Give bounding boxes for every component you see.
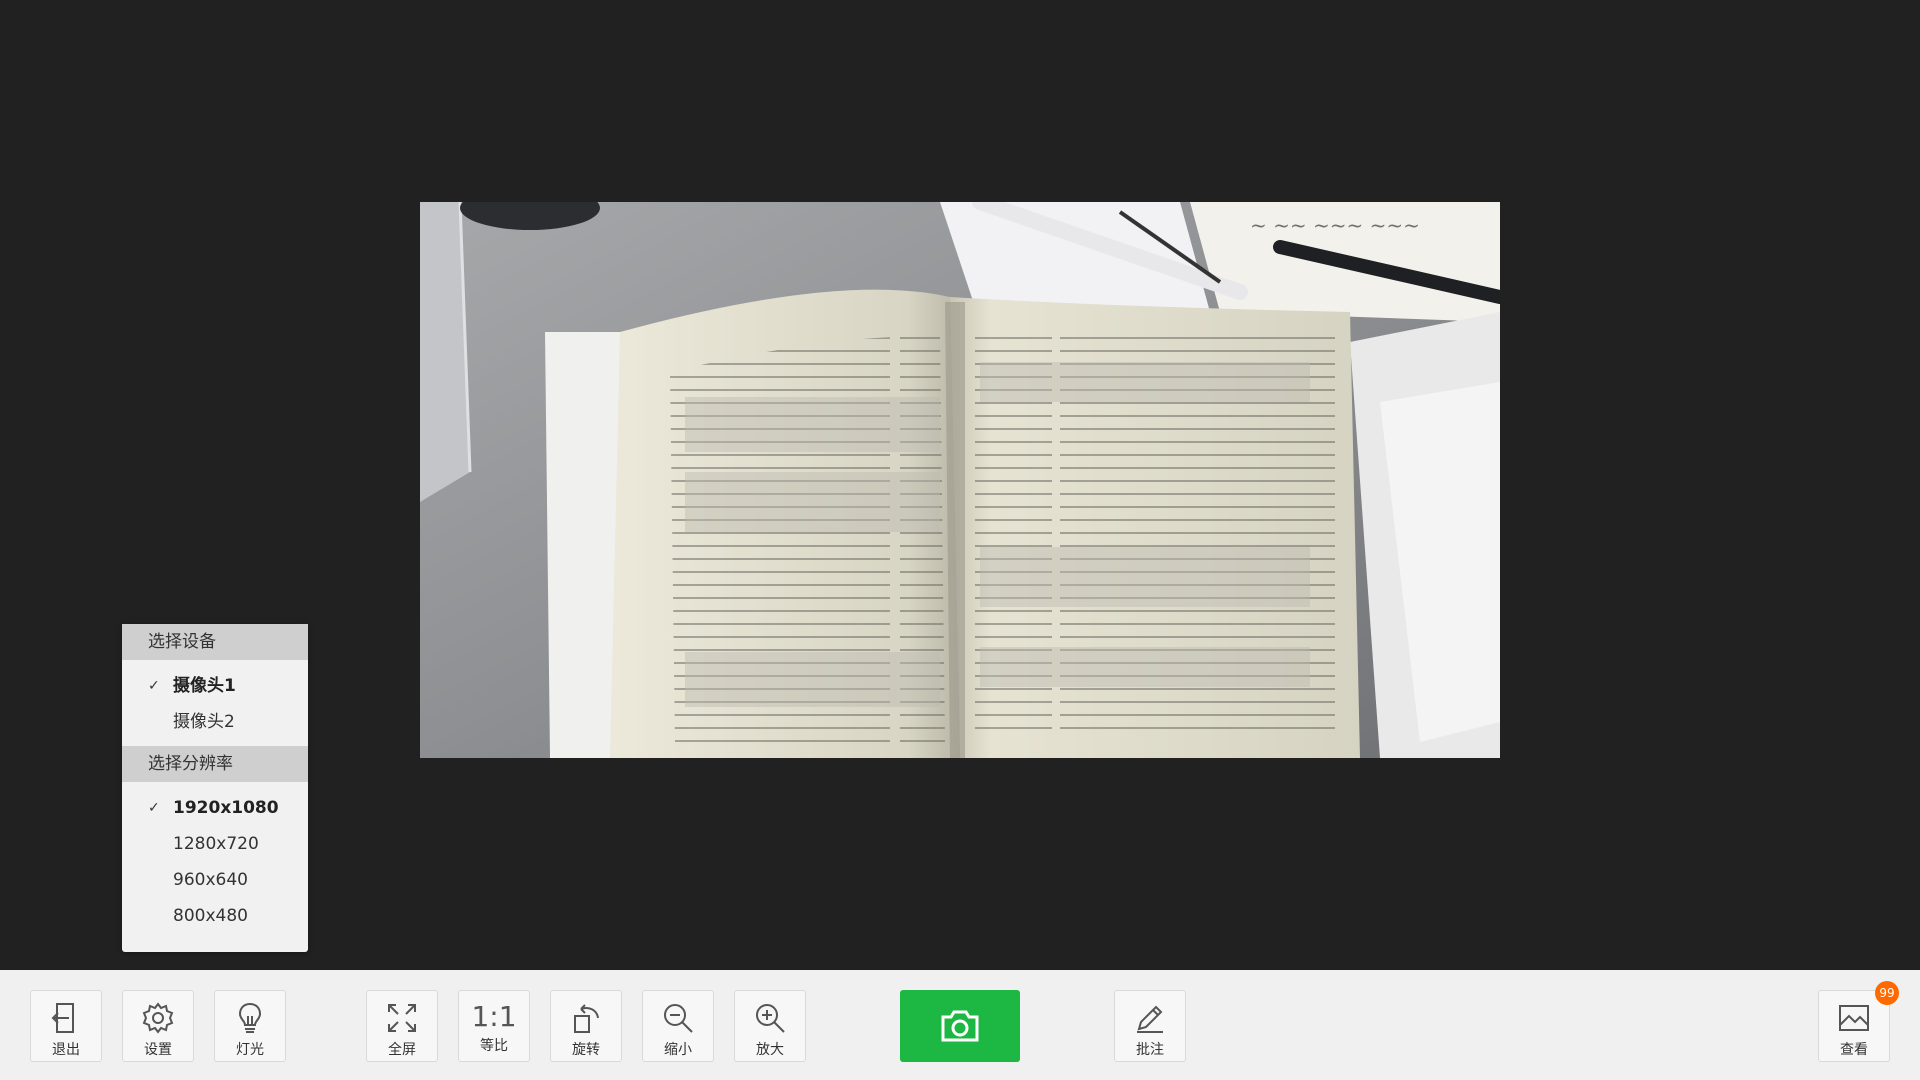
- rotate-button[interactable]: 旋转: [550, 990, 622, 1062]
- camera-preview: ~ ~~ ~~~ ~~~: [420, 202, 1500, 758]
- light-label: 灯光: [236, 1042, 264, 1058]
- device-list: ✓ 摄像头1 ✓ 摄像头2: [122, 660, 308, 746]
- select-resolution-header: 选择分辨率: [122, 746, 308, 782]
- annotate-button[interactable]: 批注: [1114, 990, 1186, 1062]
- resolution-option-960x640[interactable]: ✓ 960x640: [122, 862, 308, 898]
- checkmark-icon: ✓: [148, 800, 160, 816]
- ratio-icon: 1:1: [471, 1000, 517, 1033]
- exit-button[interactable]: 退出: [30, 990, 102, 1062]
- resolution-option-1280x720[interactable]: ✓ 1280x720: [122, 826, 308, 862]
- bottom-toolbar: 退出 设置 灯光 全屏 1:1 等比 旋转 缩小 放大 批注 查看 99: [0, 970, 1920, 1080]
- fullscreen-button[interactable]: 全屏: [366, 990, 438, 1062]
- lightbulb-icon: [238, 1002, 262, 1033]
- rotate-label: 旋转: [572, 1042, 600, 1058]
- fullscreen-icon: [388, 1004, 416, 1032]
- exit-label: 退出: [52, 1042, 80, 1058]
- zoom-in-icon: [756, 1004, 785, 1033]
- annotate-label: 批注: [1136, 1042, 1164, 1058]
- count-badge: 99: [1875, 981, 1899, 1005]
- resolution-option-label: 960x640: [173, 870, 248, 890]
- ratio-label: 等比: [480, 1038, 508, 1054]
- device-option-camera2[interactable]: ✓ 摄像头2: [122, 704, 308, 740]
- resolution-list: ✓ 1920x1080 ✓ 1280x720 ✓ 960x640 ✓ 800x4…: [122, 782, 308, 940]
- camera-icon: [941, 1010, 979, 1042]
- exit-icon: [51, 1003, 74, 1033]
- device-option-label: 摄像头1: [173, 676, 236, 696]
- select-device-header: 选择设备: [122, 624, 308, 660]
- zoom-out-button[interactable]: 缩小: [642, 990, 714, 1062]
- settings-button[interactable]: 设置: [122, 990, 194, 1062]
- resolution-option-label: 1280x720: [173, 834, 259, 854]
- zoom-in-button[interactable]: 放大: [734, 990, 806, 1062]
- checkmark-icon: ✓: [148, 678, 160, 694]
- image-gallery-icon: [1839, 1005, 1869, 1031]
- gear-icon: [142, 1002, 174, 1034]
- settings-label: 设置: [144, 1042, 172, 1058]
- zoom-out-icon: [664, 1004, 693, 1033]
- fullscreen-label: 全屏: [388, 1042, 416, 1058]
- resolution-option-label: 1920x1080: [173, 798, 279, 818]
- resolution-option-1920x1080[interactable]: ✓ 1920x1080: [122, 790, 308, 826]
- zoom-out-label: 缩小: [664, 1042, 692, 1058]
- camera-preview-image: ~ ~~ ~~~ ~~~: [420, 202, 1500, 758]
- rotate-icon: [574, 1004, 599, 1033]
- svg-text:~ ~~ ~~~ ~~~: ~ ~~ ~~~ ~~~: [1250, 213, 1420, 237]
- device-option-camera1[interactable]: ✓ 摄像头1: [122, 668, 308, 704]
- device-option-label: 摄像头2: [173, 712, 235, 732]
- view-label: 查看: [1840, 1042, 1868, 1058]
- ratio-button[interactable]: 1:1 等比: [458, 990, 530, 1062]
- pencil-icon: [1137, 1005, 1163, 1033]
- zoom-in-label: 放大: [756, 1042, 784, 1058]
- resolution-option-label: 800x480: [173, 906, 248, 926]
- view-gallery-button[interactable]: 查看 99: [1818, 981, 1899, 1062]
- device-settings-menu: 选择设备 ✓ 摄像头1 ✓ 摄像头2 选择分辨率 ✓ 1920x1080 ✓ 1…: [122, 624, 308, 952]
- resolution-option-800x480[interactable]: ✓ 800x480: [122, 898, 308, 934]
- light-button[interactable]: 灯光: [214, 990, 286, 1062]
- capture-button[interactable]: [900, 990, 1020, 1062]
